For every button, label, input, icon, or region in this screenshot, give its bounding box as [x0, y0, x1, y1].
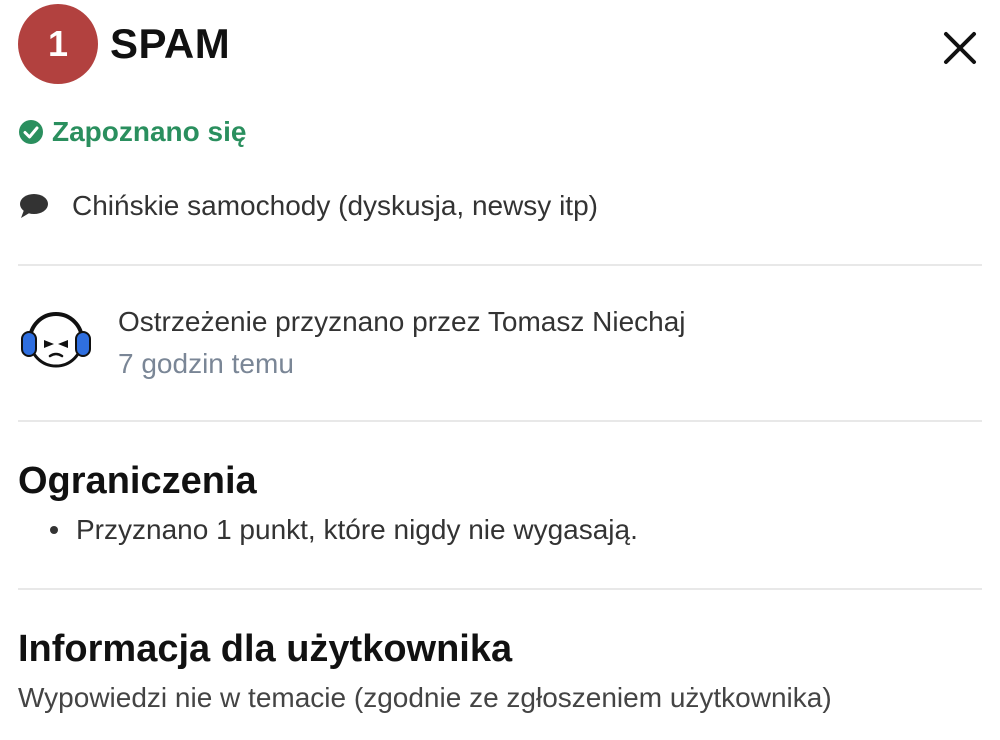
issuer-row: Ostrzeżenie przyznano przez Tomasz Niech… [18, 300, 686, 384]
acknowledged-label: Zapoznano się [52, 116, 247, 147]
restriction-item: Przyznano 1 punkt, które nigdy nie wygas… [50, 514, 638, 546]
speech-bubble-icon [20, 194, 48, 218]
divider [18, 588, 982, 590]
headphones-face-avatar[interactable] [18, 300, 94, 376]
bullet-icon [50, 526, 58, 534]
topic-title: Chińskie samochody (dyskusja, newsy itp) [72, 190, 598, 221]
close-icon [944, 32, 976, 64]
close-button[interactable] [940, 28, 980, 68]
divider [18, 264, 982, 266]
check-circle-icon [19, 120, 43, 144]
divider [18, 420, 982, 422]
user-info-message: Wypowiedzi nie w temacie (zgodnie ze zgł… [18, 682, 832, 713]
restrictions-heading: Ograniczenia [18, 460, 257, 502]
restriction-text: Przyznano 1 punkt, które nigdy nie wygas… [76, 514, 638, 545]
user-info-heading: Informacja dla użytkownika [18, 628, 513, 670]
dialog-title: SPAM [110, 20, 231, 67]
topic-link[interactable]: Chińskie samochody (dyskusja, newsy itp) [18, 190, 598, 222]
points-badge: 1 [18, 4, 98, 84]
acknowledged-status: Zapoznano się [18, 116, 246, 148]
dialog-header: 1 SPAM [18, 4, 982, 84]
issuer-line: Ostrzeżenie przyznano przez Tomasz Niech… [118, 306, 686, 337]
warning-dialog: 1 SPAM Zapoznano się Chińskie samochody … [0, 0, 1000, 740]
issuer-time: 7 godzin temu [118, 348, 294, 379]
